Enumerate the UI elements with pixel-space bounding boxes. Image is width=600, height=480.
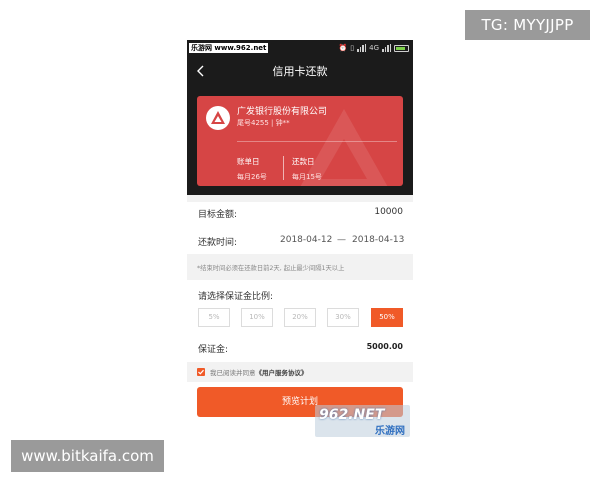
ratio-option-10[interactable]: 10% xyxy=(241,308,273,327)
ratio-option-50[interactable]: 50% xyxy=(371,308,403,327)
date-notice-text: *结束时间必须在还款日前2天, 起止最少间隔1天以上 xyxy=(197,265,345,272)
card-area: 广发银行股份有限公司 尾号4255 | 钟** 账单日 每月26号 还款日 每月… xyxy=(187,88,413,195)
card-vertical-divider xyxy=(283,156,284,180)
bill-day-label: 账单日 xyxy=(237,157,260,166)
signal-icon-2 xyxy=(382,44,391,52)
ratio-label: 请选择保证金比例: xyxy=(198,292,274,302)
watermark-number: 962.NET xyxy=(319,407,385,423)
signal-icon xyxy=(357,44,367,52)
credit-card[interactable]: 广发银行股份有限公司 尾号4255 | 钟** 账单日 每月26号 还款日 每月… xyxy=(197,96,403,186)
ratio-option-20[interactable]: 20% xyxy=(284,308,316,327)
screenshot-stage: TG: MYYJJPP 乐游网 www.962.net ⏰ ▯ 4G 信用卡还款 xyxy=(0,0,600,480)
agreement-checkbox[interactable] xyxy=(197,368,205,376)
section-gap xyxy=(187,195,413,202)
962-watermark: 962.NET 乐游网 xyxy=(315,405,410,437)
deposit-label: 保证金: xyxy=(198,345,229,355)
target-amount-row[interactable]: 目标金额: 10000 xyxy=(187,202,413,226)
repay-time-label: 还款时间: xyxy=(198,238,238,248)
target-amount-label: 目标金额: xyxy=(198,210,238,220)
card-divider xyxy=(237,141,397,142)
repay-day-label: 还款日 xyxy=(292,157,315,166)
status-icons: ⏰ ▯ 4G xyxy=(339,42,409,54)
bank-name: 广发银行股份有限公司 xyxy=(237,107,328,117)
repay-time-row: 还款时间: 2018-04-12 — 2018-04-13 xyxy=(187,230,413,254)
site-badge: www.bitkaifa.com xyxy=(11,440,164,472)
page-title: 信用卡还款 xyxy=(272,65,328,78)
vibrate-icon: ▯ xyxy=(350,44,355,52)
site-watermark: 乐游网 www.962.net xyxy=(189,43,269,53)
end-date[interactable]: 2018-04-13 xyxy=(352,235,404,245)
agreement-row: 我已阅读并同意《用户服务协议》 xyxy=(187,362,413,382)
bill-day-value: 每月26号 xyxy=(237,173,267,181)
agreement-link[interactable]: 《用户服务协议》 xyxy=(256,369,308,377)
start-date[interactable]: 2018-04-12 xyxy=(280,235,332,245)
tg-badge: TG: MYYJJPP xyxy=(465,10,590,40)
deposit-value: 5000.00 xyxy=(366,342,403,351)
ratio-option-30[interactable]: 30% xyxy=(327,308,359,327)
watermark-text: 乐游网 xyxy=(375,426,405,437)
battery-icon xyxy=(394,44,409,52)
title-bar: 信用卡还款 xyxy=(187,56,413,88)
repay-day-value: 每月15号 xyxy=(292,173,322,181)
phone-screen: 乐游网 www.962.net ⏰ ▯ 4G 信用卡还款 广发银行股份有限公司 … xyxy=(187,40,413,440)
agreement-text: 我已阅读并同意《用户服务协议》 xyxy=(210,367,308,377)
date-notice: *结束时间必须在还款日前2天, 起止最少间隔1天以上 xyxy=(187,254,413,280)
card-number: 尾号4255 | 钟** xyxy=(237,119,290,127)
date-separator: — xyxy=(337,235,346,245)
network-label: 4G xyxy=(369,44,379,52)
target-amount-value[interactable]: 10000 xyxy=(374,207,403,217)
status-bar: 乐游网 www.962.net ⏰ ▯ 4G xyxy=(187,40,413,56)
bank-logo-icon xyxy=(206,106,230,130)
ratio-option-5[interactable]: 5% xyxy=(198,308,230,327)
alarm-icon: ⏰ xyxy=(338,44,348,52)
agreement-prefix: 我已阅读并同意 xyxy=(210,369,256,377)
check-icon xyxy=(198,369,204,375)
